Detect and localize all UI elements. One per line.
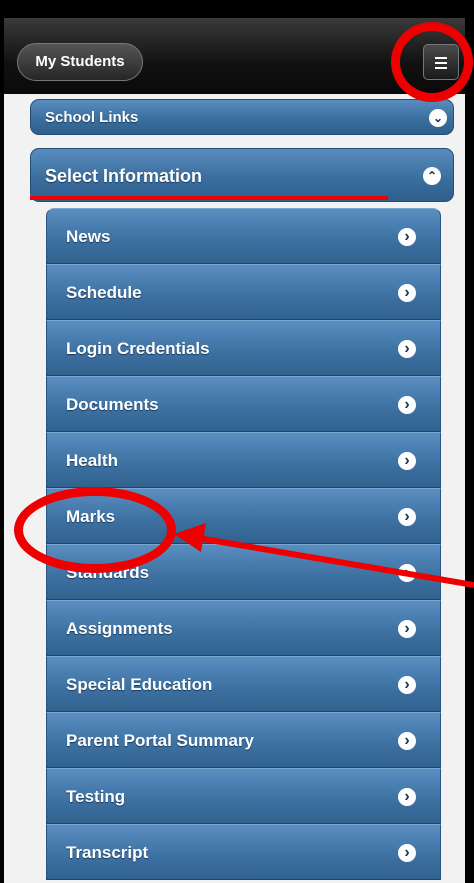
annotation-arrow	[174, 523, 474, 588]
